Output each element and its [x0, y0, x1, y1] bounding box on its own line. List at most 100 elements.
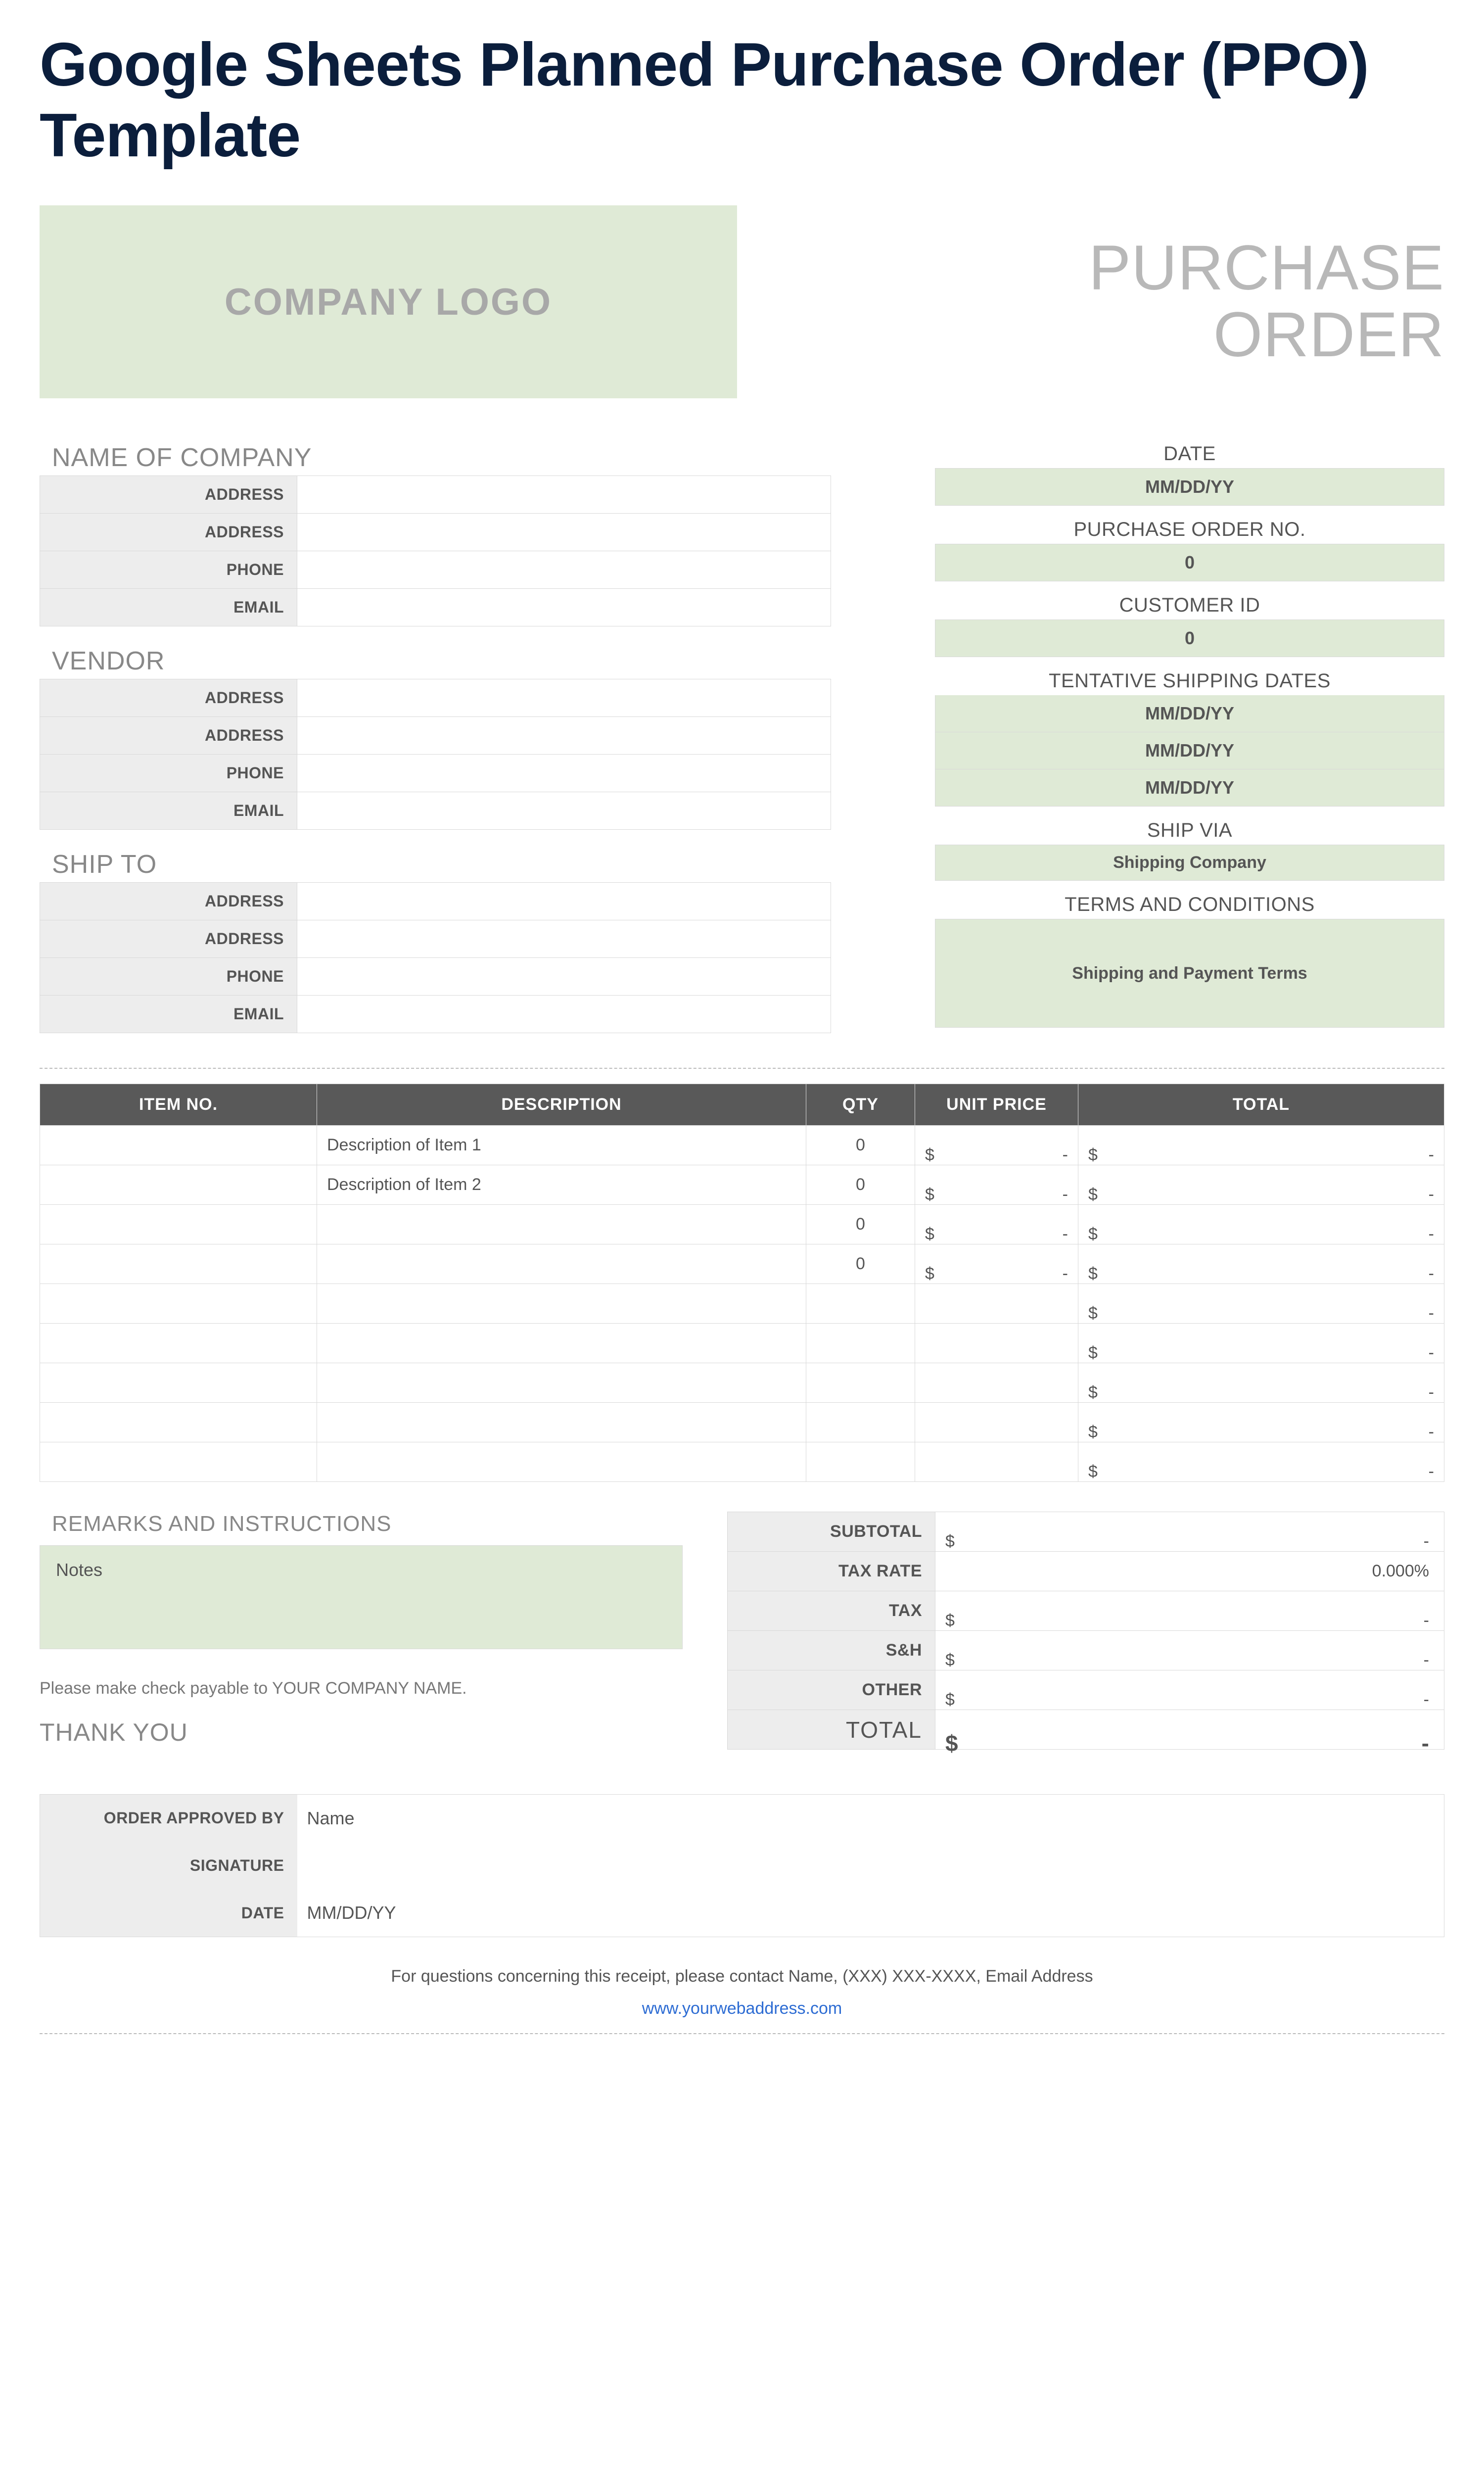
item-qty-cell[interactable]: [806, 1363, 915, 1403]
grandtotal-label: TOTAL: [728, 1710, 935, 1750]
po-no-field[interactable]: 0: [935, 544, 1444, 581]
item-qty-cell[interactable]: 0: [806, 1244, 915, 1284]
signature-field[interactable]: [297, 1842, 1444, 1890]
divider: [40, 1068, 1444, 1069]
grandtotal-value: $-: [935, 1710, 1444, 1750]
date-group: DATE MM/DD/YY: [935, 443, 1444, 506]
subtotal-label: SUBTOTAL: [728, 1512, 935, 1552]
item-no-cell[interactable]: [40, 1244, 317, 1284]
po-title-line2: ORDER: [945, 302, 1444, 368]
item-unitprice-cell[interactable]: [915, 1363, 1078, 1403]
approval-date-field[interactable]: MM/DD/YY: [297, 1890, 1444, 1937]
item-no-cell[interactable]: [40, 1205, 317, 1244]
shipto-phone-field[interactable]: [297, 958, 831, 996]
item-qty-cell[interactable]: 0: [806, 1126, 915, 1165]
shipto-heading: SHIP TO: [52, 850, 831, 879]
item-description-cell[interactable]: Description of Item 2: [317, 1165, 806, 1205]
item-qty-cell[interactable]: [806, 1324, 915, 1363]
ship-dates-group: TENTATIVE SHIPPING DATES MM/DD/YY MM/DD/…: [935, 670, 1444, 807]
company-email-label: EMAIL: [40, 589, 297, 626]
remarks-heading: REMARKS AND INSTRUCTIONS: [52, 1512, 683, 1536]
other-label: OTHER: [728, 1670, 935, 1710]
company-address2-field[interactable]: [297, 514, 831, 551]
shipto-email-label: EMAIL: [40, 996, 297, 1033]
vendor-address2-field[interactable]: [297, 717, 831, 755]
item-qty-cell[interactable]: [806, 1403, 915, 1442]
item-description-cell[interactable]: [317, 1324, 806, 1363]
item-qty-cell[interactable]: 0: [806, 1165, 915, 1205]
table-row: $-: [40, 1284, 1444, 1324]
ship-date-1-field[interactable]: MM/DD/YY: [935, 695, 1444, 732]
thank-you-text: THANK YOU: [40, 1718, 683, 1747]
notes-field[interactable]: Notes: [40, 1545, 683, 1649]
tax-label: TAX: [728, 1591, 935, 1631]
terms-field[interactable]: Shipping and Payment Terms: [935, 919, 1444, 1028]
item-no-cell[interactable]: [40, 1126, 317, 1165]
sh-label: S&H: [728, 1631, 935, 1670]
ship-date-2-field[interactable]: MM/DD/YY: [935, 732, 1444, 769]
vendor-phone-field[interactable]: [297, 755, 831, 792]
ship-dates-label: TENTATIVE SHIPPING DATES: [935, 670, 1444, 692]
item-no-cell[interactable]: [40, 1284, 317, 1324]
footer-contact-text: For questions concerning this receipt, p…: [40, 1967, 1444, 1986]
company-phone-label: PHONE: [40, 551, 297, 589]
items-header-unitprice: UNIT PRICE: [915, 1084, 1078, 1126]
company-address1-label: ADDRESS: [40, 476, 297, 514]
shipto-email-field[interactable]: [297, 996, 831, 1033]
date-field[interactable]: MM/DD/YY: [935, 468, 1444, 506]
item-total-cell: $-: [1078, 1442, 1444, 1482]
payable-text: Please make check payable to YOUR COMPAN…: [40, 1679, 683, 1698]
taxrate-value[interactable]: 0.000%: [935, 1552, 1444, 1591]
item-unitprice-cell[interactable]: $-: [915, 1244, 1078, 1284]
item-unitprice-cell[interactable]: [915, 1403, 1078, 1442]
other-value[interactable]: $-: [935, 1670, 1444, 1710]
table-row: Description of Item 10$-$-: [40, 1126, 1444, 1165]
item-unitprice-cell[interactable]: $-: [915, 1205, 1078, 1244]
footer-website-link[interactable]: www.yourwebaddress.com: [40, 1999, 1444, 2018]
terms-group: TERMS AND CONDITIONS Shipping and Paymen…: [935, 894, 1444, 1028]
item-description-cell[interactable]: [317, 1442, 806, 1482]
vendor-email-field[interactable]: [297, 792, 831, 830]
item-no-cell[interactable]: [40, 1363, 317, 1403]
company-block: NAME OF COMPANY ADDRESS ADDRESS PHONE EM…: [40, 443, 831, 626]
item-unitprice-cell[interactable]: $-: [915, 1165, 1078, 1205]
company-address1-field[interactable]: [297, 476, 831, 514]
item-qty-cell[interactable]: [806, 1284, 915, 1324]
ship-date-3-field[interactable]: MM/DD/YY: [935, 769, 1444, 807]
company-email-field[interactable]: [297, 589, 831, 626]
item-unitprice-cell[interactable]: [915, 1284, 1078, 1324]
item-description-cell[interactable]: [317, 1244, 806, 1284]
approvedby-field[interactable]: Name: [297, 1795, 1444, 1842]
item-unitprice-cell[interactable]: $-: [915, 1126, 1078, 1165]
shipto-address2-field[interactable]: [297, 920, 831, 958]
item-description-cell[interactable]: [317, 1403, 806, 1442]
item-no-cell[interactable]: [40, 1324, 317, 1363]
page-title: Google Sheets Planned Purchase Order (PP…: [40, 30, 1444, 171]
item-no-cell[interactable]: [40, 1403, 317, 1442]
vendor-address2-label: ADDRESS: [40, 717, 297, 755]
item-unitprice-cell[interactable]: [915, 1324, 1078, 1363]
customer-id-field[interactable]: 0: [935, 619, 1444, 657]
shipto-address2-label: ADDRESS: [40, 920, 297, 958]
shipto-address1-field[interactable]: [297, 883, 831, 920]
company-heading: NAME OF COMPANY: [52, 443, 831, 473]
item-no-cell[interactable]: [40, 1442, 317, 1482]
company-phone-field[interactable]: [297, 551, 831, 589]
item-no-cell[interactable]: [40, 1165, 317, 1205]
item-qty-cell[interactable]: 0: [806, 1205, 915, 1244]
sh-value[interactable]: $-: [935, 1631, 1444, 1670]
item-description-cell[interactable]: Description of Item 1: [317, 1126, 806, 1165]
item-qty-cell[interactable]: [806, 1442, 915, 1482]
vendor-phone-label: PHONE: [40, 755, 297, 792]
item-total-cell: $-: [1078, 1165, 1444, 1205]
totals-table: SUBTOTAL$- TAX RATE0.000% TAX$- S&H$- OT…: [727, 1512, 1444, 1750]
items-header-total: TOTAL: [1078, 1084, 1444, 1126]
ship-via-label: SHIP VIA: [935, 819, 1444, 842]
ship-via-field[interactable]: Shipping Company: [935, 845, 1444, 881]
item-unitprice-cell[interactable]: [915, 1442, 1078, 1482]
item-description-cell[interactable]: [317, 1205, 806, 1244]
vendor-address1-field[interactable]: [297, 679, 831, 717]
item-description-cell[interactable]: [317, 1284, 806, 1324]
purchase-order-title: PURCHASE ORDER: [945, 205, 1444, 398]
item-description-cell[interactable]: [317, 1363, 806, 1403]
